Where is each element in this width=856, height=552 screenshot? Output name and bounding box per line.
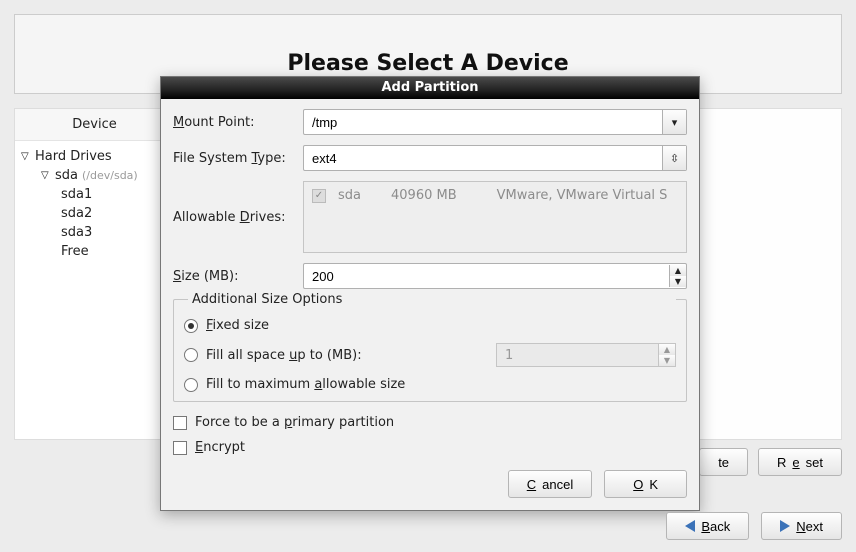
checkbox-icon[interactable] [173, 416, 187, 430]
drive-vendor: VMware, VMware Virtual S [497, 188, 668, 203]
drives-row: Allowable Drives: ✓ sda 40960 MB VMware,… [173, 181, 687, 253]
spin-up-icon: ▲ [659, 344, 675, 355]
page-title: Please Select A Device [15, 15, 841, 76]
fieldset-legend: Additional Size Options [188, 292, 676, 307]
add-partition-dialog: Add Partition Mount Point: ▾ File System… [160, 76, 700, 511]
tree-part-sda1[interactable]: sda1 [15, 185, 174, 204]
ok-button[interactable]: OK [604, 470, 687, 498]
mount-point-label: Mount Point: [173, 115, 303, 130]
radio-icon[interactable] [184, 378, 198, 392]
dialog-title: Add Partition [161, 77, 699, 99]
chevron-down-icon[interactable]: ▾ [662, 110, 686, 134]
drives-label: Allowable Drives: [173, 210, 303, 225]
check-encrypt[interactable]: Encrypt [173, 435, 687, 460]
spin-down-icon: ▼ [659, 355, 675, 366]
tree-disk-path: (/dev/sda) [82, 169, 138, 182]
tree-part-free[interactable]: Free [15, 242, 174, 261]
radio-icon[interactable] [184, 319, 198, 333]
size-spinner[interactable]: ▲ ▼ [303, 263, 687, 289]
size-label: Size (MB): [173, 269, 303, 284]
arrow-left-icon [685, 520, 695, 532]
dialog-actions: Cancel OK [173, 460, 687, 498]
updown-icon[interactable]: ⇳ [662, 146, 686, 170]
radio-fill-max[interactable]: Fill to maximum allowable size [184, 372, 676, 397]
sidebar-header: Device [15, 109, 174, 141]
tree-part-sda2[interactable]: sda2 [15, 204, 174, 223]
mount-point-input[interactable] [304, 115, 662, 130]
mount-point-combo[interactable]: ▾ [303, 109, 687, 135]
delete-button-partial[interactable]: te [699, 448, 748, 476]
next-button[interactable]: Next [761, 512, 842, 540]
tree-disk-sda[interactable]: ▽ sda (/dev/sda) [15, 166, 174, 185]
additional-size-options: Additional Size Options Fixed size Fill … [173, 299, 687, 402]
drive-size: 40960 MB [391, 188, 457, 203]
tree-disk-name: sda [55, 168, 78, 183]
fs-type-select[interactable]: ⇳ [303, 145, 687, 171]
radio-fill-up-to[interactable]: Fill all space up to (MB): 1 ▲ ▼ [184, 338, 676, 372]
disclosure-triangle-icon[interactable]: ▽ [41, 170, 51, 181]
size-row: Size (MB): ▲ ▼ [173, 263, 687, 289]
drive-entry-sda: ✓ sda 40960 MB VMware, VMware Virtual S [312, 188, 678, 203]
radio-icon[interactable] [184, 348, 198, 362]
spin-up-icon[interactable]: ▲ [670, 265, 686, 276]
wizard-nav: Back Next [666, 512, 842, 540]
spin-down-icon[interactable]: ▼ [670, 276, 686, 287]
device-tree[interactable]: ▽ Hard Drives ▽ sda (/dev/sda) sda1 sda2… [15, 141, 174, 267]
tree-label: Hard Drives [35, 149, 112, 164]
arrow-right-icon [780, 520, 790, 532]
mount-point-row: Mount Point: ▾ [173, 109, 687, 135]
cancel-button[interactable]: Cancel [508, 470, 592, 498]
fill-up-to-input: 1 ▲ ▼ [496, 343, 676, 367]
tree-hard-drives[interactable]: ▽ Hard Drives [15, 147, 174, 166]
check-primary[interactable]: Force to be a primary partition [173, 410, 687, 435]
disclosure-triangle-icon[interactable]: ▽ [21, 151, 31, 162]
checkbox-disabled-icon: ✓ [312, 189, 326, 203]
device-sidebar: Device ▽ Hard Drives ▽ sda (/dev/sda) sd… [15, 109, 175, 439]
fs-type-label: File System Type: [173, 151, 303, 166]
radio-fixed-size[interactable]: Fixed size [184, 313, 676, 338]
fs-type-row: File System Type: ⇳ [173, 145, 687, 171]
fs-type-value[interactable] [304, 151, 662, 166]
spinner-buttons[interactable]: ▲ ▼ [669, 265, 686, 287]
checkbox-icon[interactable] [173, 441, 187, 455]
tree-part-sda3[interactable]: sda3 [15, 223, 174, 242]
back-button[interactable]: Back [666, 512, 749, 540]
reset-button[interactable]: Reset [758, 448, 842, 476]
panel-buttons: te Reset [699, 448, 842, 476]
allowable-drives-list: ✓ sda 40960 MB VMware, VMware Virtual S [303, 181, 687, 253]
drive-name: sda [338, 188, 361, 203]
size-input[interactable] [304, 269, 669, 284]
